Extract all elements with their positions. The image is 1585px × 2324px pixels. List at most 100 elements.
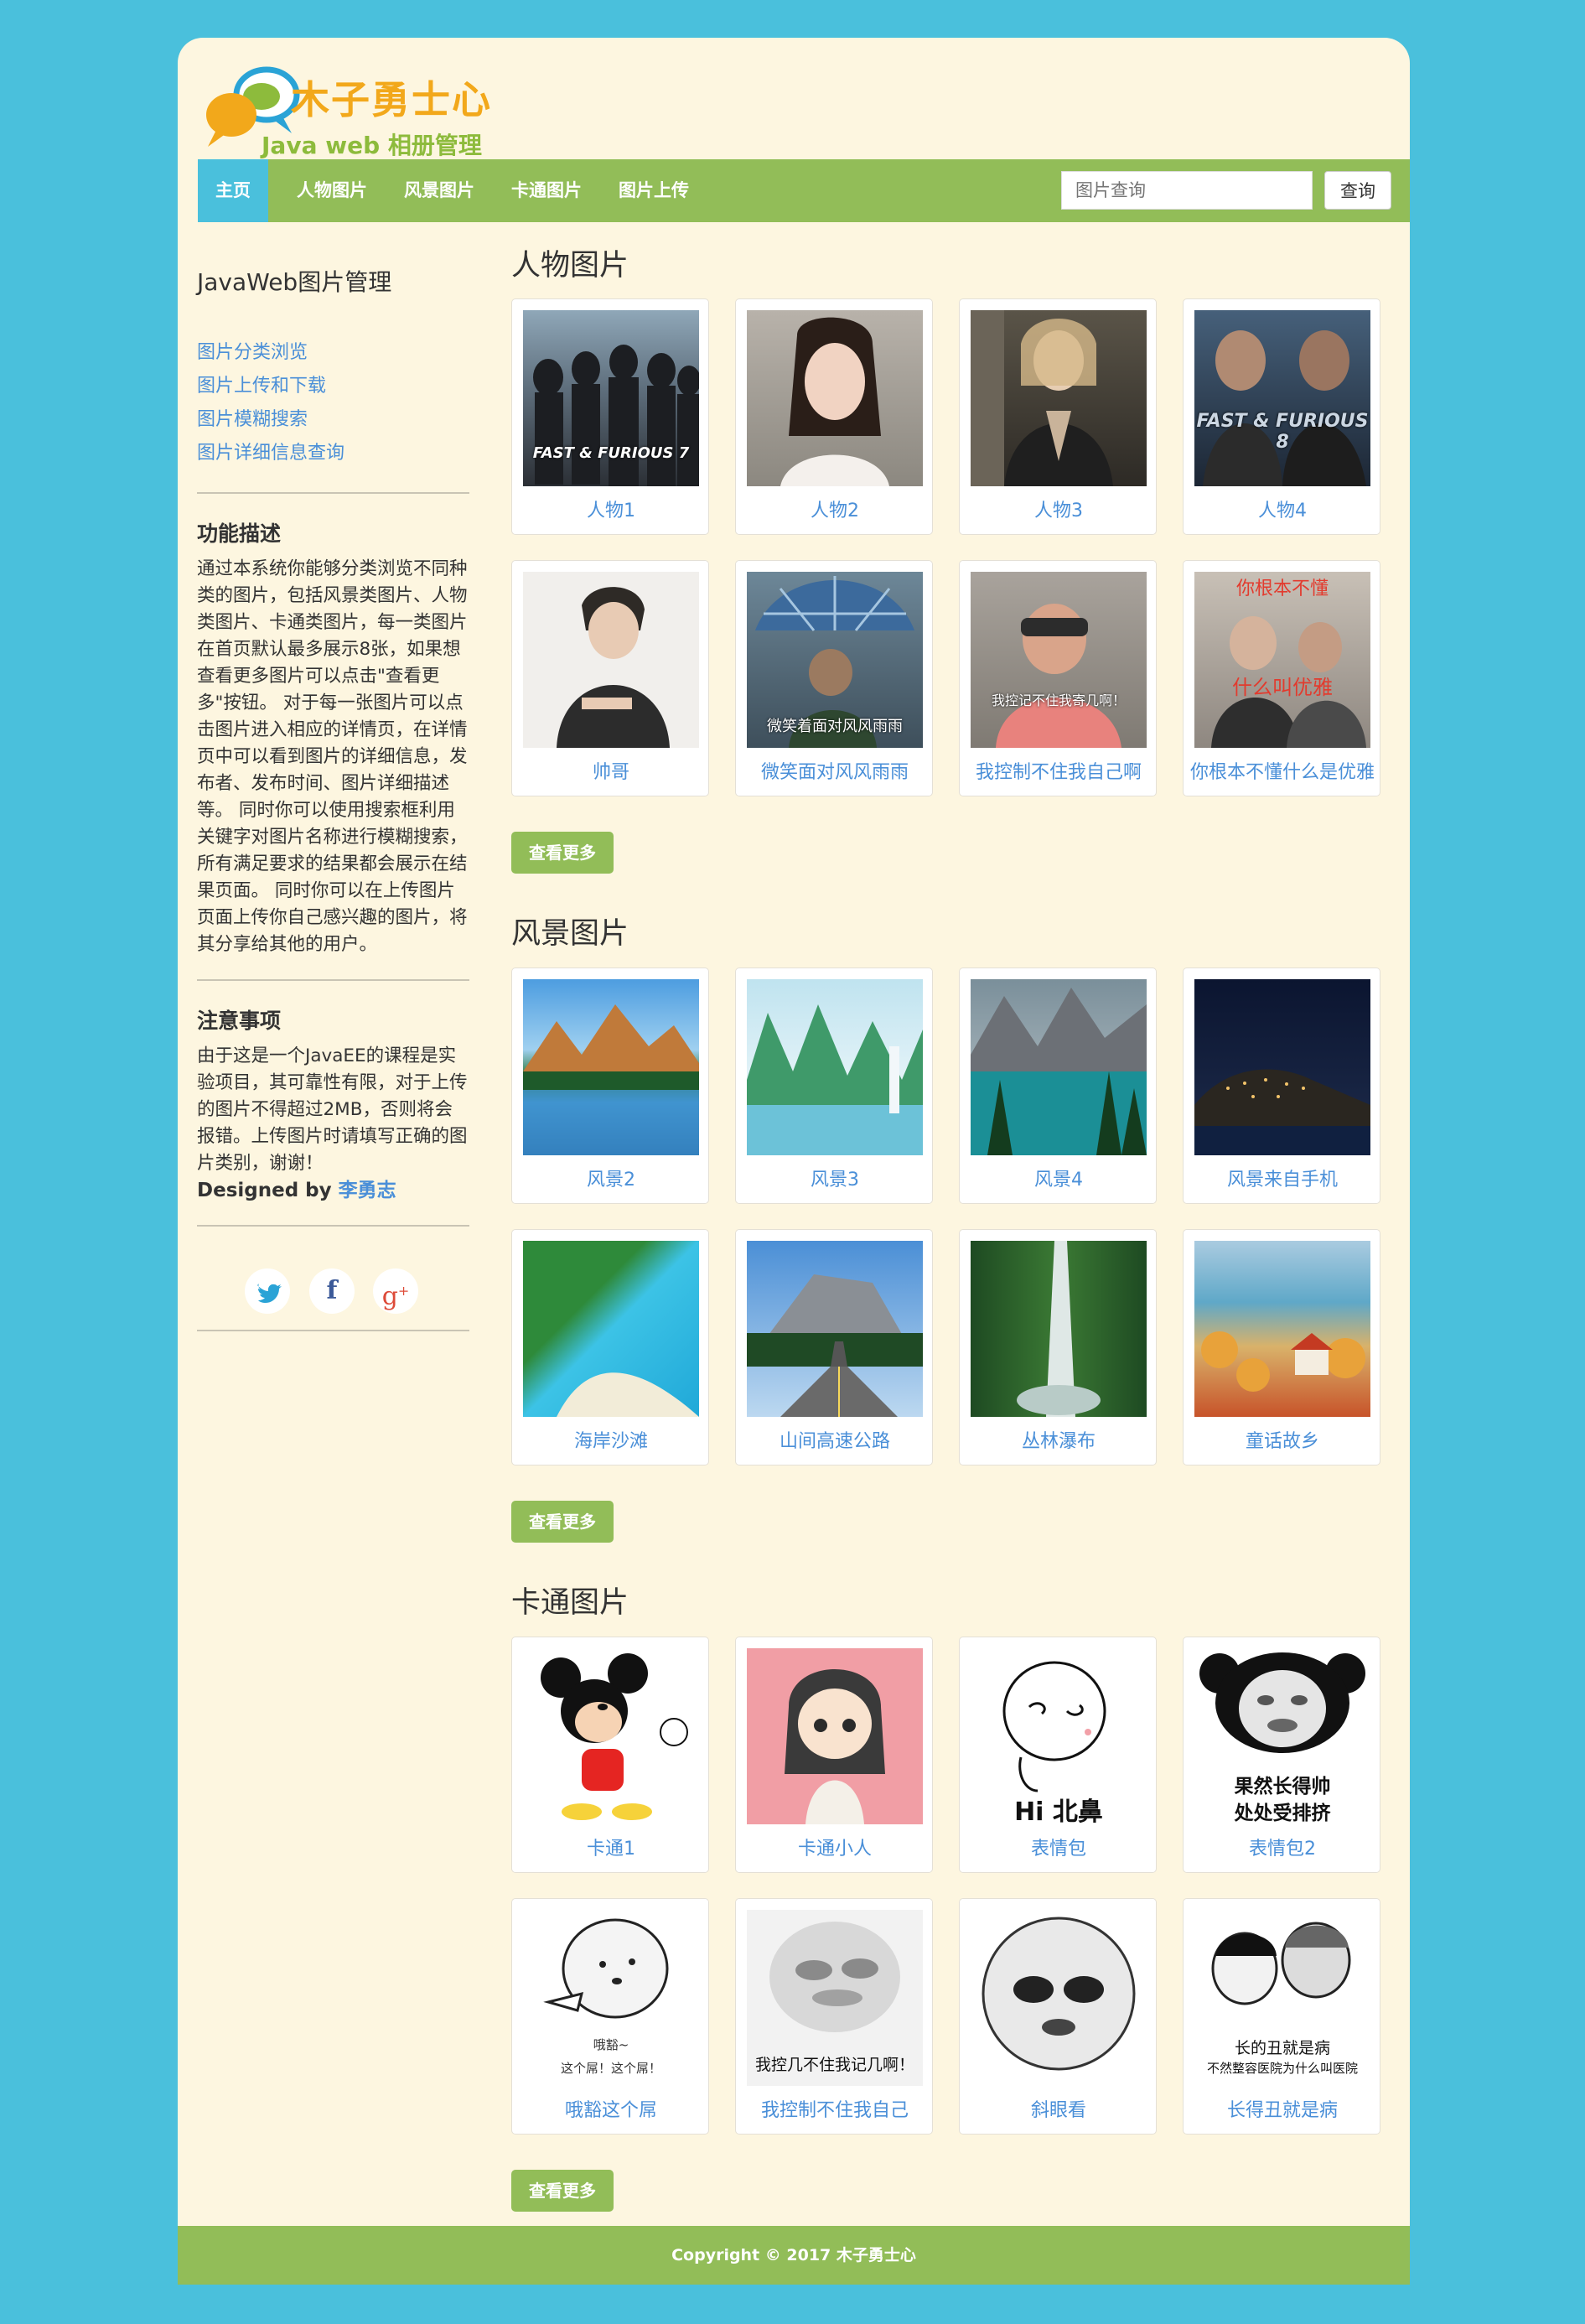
photo-caption[interactable]: 风景2 [512,1165,710,1191]
photo-caption[interactable]: 童话故乡 [1184,1426,1381,1453]
section-title-people: 人物图片 [511,249,629,283]
gallery-card[interactable]: 风景3 [735,967,933,1204]
photo-thumbnail[interactable] [1194,979,1370,1155]
photo-thumbnail[interactable] [523,572,699,748]
designed-by-label: Designed by [197,1180,332,1201]
photo-thumbnail[interactable] [747,1241,923,1417]
photo-thumbnail[interactable]: 微笑着面对风风雨雨 [747,572,923,748]
facebook-icon[interactable]: f [309,1268,355,1314]
photo-caption[interactable]: 山间高速公路 [736,1426,934,1453]
view-more-button[interactable]: 查看更多 [511,2170,614,2212]
photo-thumbnail[interactable]: 果然长得帅 处处受排挤 [1194,1648,1370,1824]
gallery-card[interactable]: 长的丑就是病 不然整容医院为什么叫医院 长得丑就是病 [1183,1898,1380,2135]
gallery-card[interactable]: 风景2 [511,967,709,1204]
poster-title: FAST & FURIOUS 8 [1196,411,1369,453]
gallery-card[interactable]: Hi 北鼻 表情包 [959,1637,1157,1873]
sidebar-link-upload[interactable]: 图片上传和下载 [197,371,469,404]
photo-caption[interactable]: 卡通小人 [736,1834,934,1860]
gallery-card[interactable]: 丛林瀑布 [959,1229,1157,1465]
photo-thumbnail[interactable] [523,1648,699,1824]
photo-caption[interactable]: 风景来自手机 [1184,1165,1381,1191]
divider [197,979,469,981]
gallery-card[interactable]: 卡通1 [511,1637,709,1873]
photo-caption[interactable]: 我控制不住我自己啊 [960,757,1158,784]
photo-thumbnail[interactable] [747,310,923,486]
photo-thumbnail[interactable] [1194,1241,1370,1417]
gallery-card[interactable]: 哦豁~ 这个屌！这个屌！ 哦豁这个屌 [511,1898,709,2135]
sidebar: JavaWeb图片管理 图片分类浏览 图片上传和下载 图片模糊搜索 图片详细信息… [197,264,469,1355]
photo-caption[interactable]: 表情包 [960,1834,1158,1860]
twitter-icon[interactable] [245,1268,290,1314]
search-input[interactable] [1061,171,1313,210]
sidebar-link-browse[interactable]: 图片分类浏览 [197,337,469,371]
photo-caption[interactable]: 人物1 [512,495,710,522]
photo-caption[interactable]: 表情包2 [1184,1834,1381,1860]
photo-thumbnail[interactable]: 长的丑就是病 不然整容医院为什么叫医院 [1194,1910,1370,2086]
nav-home[interactable]: 主页 [198,159,268,222]
photo-caption[interactable]: 人物3 [960,495,1158,522]
photo-caption[interactable]: 人物2 [736,495,934,522]
designed-by-name[interactable]: 李勇志 [339,1180,396,1201]
gallery-card[interactable]: 童话故乡 [1183,1229,1380,1465]
photo-caption[interactable]: 哦豁这个屌 [512,2095,710,2122]
photo-thumbnail[interactable]: 哦豁~ 这个屌！这个屌！ [523,1910,699,2086]
gallery-card[interactable]: 风景4 [959,967,1157,1204]
gallery-card[interactable]: 山间高速公路 [735,1229,933,1465]
gallery-card[interactable]: 人物3 [959,298,1157,535]
meme-text: 果然长得帅 [1234,1776,1331,1797]
google-plus-icon[interactable]: g+ [373,1268,418,1314]
gallery-card[interactable]: 卡通小人 [735,1637,933,1873]
photo-thumbnail[interactable] [971,1241,1147,1417]
nav-upload[interactable]: 图片上传 [603,159,704,222]
view-more-button[interactable]: 查看更多 [511,1501,614,1543]
photo-caption[interactable]: 你根本不懂什么是优雅 [1184,757,1381,784]
photo-thumbnail[interactable] [747,1648,923,1824]
search-button[interactable]: 查询 [1324,171,1391,210]
photo-caption[interactable]: 长得丑就是病 [1184,2095,1381,2122]
photo-caption[interactable]: 帅哥 [512,757,710,784]
photo-caption[interactable]: 微笑面对风风雨雨 [736,757,934,784]
gallery-card[interactable]: FAST & FURIOUS 7 人物1 [511,298,709,535]
photo-caption[interactable]: 卡通1 [512,1834,710,1860]
photo-thumbnail[interactable]: FAST & FURIOUS 8 [1194,310,1370,486]
photo-thumbnail[interactable] [747,979,923,1155]
gallery-card[interactable]: 我控几不住我记几啊！ 我控制不住我自己 [735,1898,933,2135]
gallery-card[interactable]: 海岸沙滩 [511,1229,709,1465]
nav-people[interactable]: 人物图片 [282,159,382,222]
sidebar-title: JavaWeb图片管理 [197,268,392,296]
meme-text: Hi 北鼻 [1014,1797,1103,1824]
gallery-card[interactable]: 人物2 [735,298,933,535]
gallery-card[interactable]: 斜眼看 [959,1898,1157,2135]
photo-caption[interactable]: 人物4 [1184,495,1381,522]
gallery-card[interactable]: 微笑着面对风风雨雨 微笑面对风风雨雨 [735,560,933,796]
photo-thumbnail[interactable] [523,1241,699,1417]
gallery-card[interactable]: 你根本不懂 什么叫优雅 你根本不懂什么是优雅 [1183,560,1380,796]
photo-thumbnail[interactable]: 我控几不住我记几啊！ [747,1910,923,2086]
nav-cartoon[interactable]: 卡通图片 [496,159,597,222]
sidebar-link-details[interactable]: 图片详细信息查询 [197,438,469,471]
photo-thumbnail[interactable] [971,1910,1147,2086]
photo-caption[interactable]: 风景4 [960,1165,1158,1191]
photo-caption[interactable]: 海岸沙滩 [512,1426,710,1453]
photo-thumbnail[interactable]: FAST & FURIOUS 7 [523,310,699,486]
gallery-card[interactable]: 帅哥 [511,560,709,796]
poster-title: FAST & FURIOUS 7 [532,444,690,462]
gallery-card[interactable]: FAST & FURIOUS 8 人物4 [1183,298,1380,535]
photo-caption[interactable]: 丛林瀑布 [960,1426,1158,1453]
photo-thumbnail[interactable]: Hi 北鼻 [971,1648,1147,1824]
photo-thumbnail[interactable] [971,310,1147,486]
photo-caption[interactable]: 斜眼看 [960,2095,1158,2122]
photo-thumbnail[interactable] [523,979,699,1155]
gallery-card[interactable]: 风景来自手机 [1183,967,1380,1204]
view-more-button[interactable]: 查看更多 [511,832,614,874]
photo-thumbnail[interactable]: 我控记不住我寄几啊！ [971,572,1147,748]
meme-text: 不然整容医院为什么叫医院 [1206,2061,1358,2076]
sidebar-link-search[interactable]: 图片模糊搜索 [197,404,469,438]
gallery-card[interactable]: 果然长得帅 处处受排挤 表情包2 [1183,1637,1380,1873]
photo-thumbnail[interactable] [971,979,1147,1155]
photo-caption[interactable]: 风景3 [736,1165,934,1191]
gallery-card[interactable]: 我控记不住我寄几啊！ 我控制不住我自己啊 [959,560,1157,796]
photo-thumbnail[interactable]: 你根本不懂 什么叫优雅 [1194,572,1370,748]
photo-caption[interactable]: 我控制不住我自己 [736,2095,934,2122]
nav-scenery[interactable]: 风景图片 [389,159,489,222]
